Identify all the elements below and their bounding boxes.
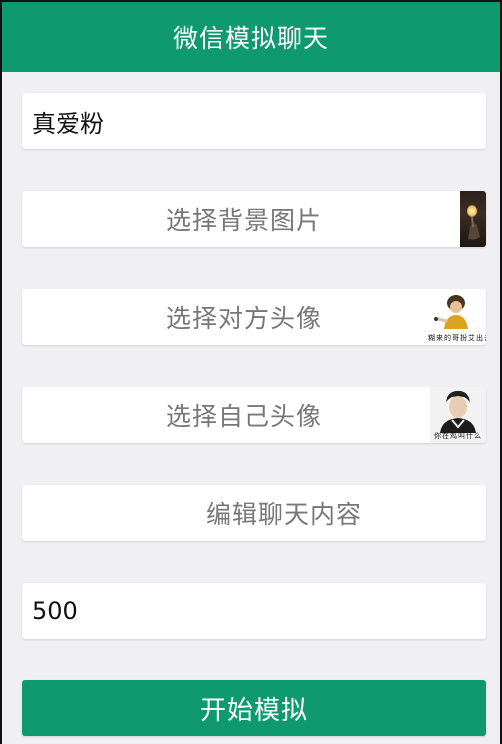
edit-chat-content-label: 编辑聊天内容 [205,500,362,529]
self-avatar-thumbnail: 你在鸡叫什么 [430,387,486,443]
select-self-avatar-label: 选择自己头像 [165,402,322,431]
background-thumbnail [460,191,486,247]
background-silhouette [468,216,480,240]
edit-chat-content-button[interactable]: 编辑聊天内容 [22,485,486,541]
start-simulation-label: 开始模拟 [199,695,308,726]
app-header: 微信模拟聊天 [2,0,500,72]
select-self-avatar-button[interactable]: 选择自己头像 你在鸡叫什么 [22,387,486,443]
nickname-value: 真爱粉 [32,109,104,138]
select-peer-avatar-button[interactable]: 选择对方头像 糊来的哥扮艾出去 [22,289,486,345]
page-title: 微信模拟聊天 [172,24,329,53]
peer-avatar-sticker [434,295,468,329]
nickname-input[interactable]: 真爱粉 [22,93,486,149]
peer-avatar-thumbnail: 糊来的哥扮艾出去 [428,289,486,345]
start-simulation-button[interactable]: 开始模拟 [22,680,486,736]
self-avatar-caption: 你在鸡叫什么 [434,432,482,440]
select-background-button[interactable]: 选择背景图片 [22,191,486,247]
message-count-input[interactable]: 500 [22,583,486,639]
self-avatar-sticker [440,390,476,433]
select-background-label: 选择背景图片 [165,206,322,235]
select-peer-avatar-label: 选择对方头像 [165,304,322,333]
message-count-value: 500 [32,597,78,625]
peer-avatar-caption: 糊来的哥扮艾出去 [428,334,486,342]
